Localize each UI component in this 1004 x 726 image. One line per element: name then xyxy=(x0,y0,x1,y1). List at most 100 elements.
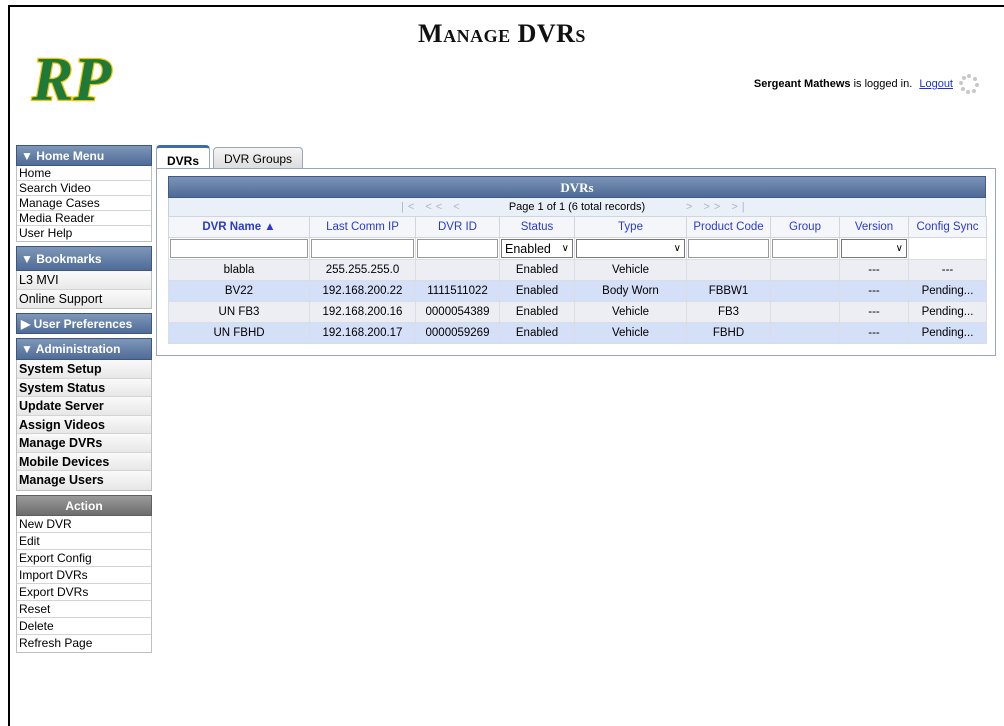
admin-assign-videos[interactable]: Assign Videos xyxy=(17,415,151,434)
cell-product-code xyxy=(686,259,771,281)
admin-mobile-devices[interactable]: Mobile Devices xyxy=(17,452,151,471)
bookmark-l3-mvi[interactable]: L3 MVI xyxy=(17,271,151,290)
col-group[interactable]: Group xyxy=(770,216,840,238)
dvr-grid: DVRs |< << < Page 1 of 1 (6 total record… xyxy=(168,176,987,344)
cell-version: --- xyxy=(839,280,909,302)
col-dvr-id[interactable]: DVR ID xyxy=(415,216,500,238)
bookmarks-list: L3 MVI Online Support xyxy=(16,271,152,309)
tab-panel-dvrs: DVRs |< << < Page 1 of 1 (6 total record… xyxy=(156,168,996,356)
cell-dvr-id: 1111511022 xyxy=(415,280,500,302)
home-menu-header[interactable]: ▼ Home Menu xyxy=(16,145,152,166)
action-export-config[interactable]: Export Config xyxy=(17,550,151,567)
chevron-down-icon: ∨ xyxy=(895,243,903,254)
menu-item-manage-cases[interactable]: Manage Cases xyxy=(17,196,151,211)
filter-product-code-input[interactable] xyxy=(688,239,769,258)
col-last-comm-ip[interactable]: Last Comm IP xyxy=(309,216,416,238)
menu-item-user-help[interactable]: User Help xyxy=(17,226,151,241)
cell-status: Enabled xyxy=(499,259,575,281)
admin-manage-users[interactable]: Manage Users xyxy=(17,471,151,490)
administration-header[interactable]: ▼ Administration xyxy=(16,338,152,360)
cell-group xyxy=(770,259,840,281)
cell-dvr-name: blabla xyxy=(168,259,310,281)
cell-group xyxy=(770,322,840,344)
logo-text: RP xyxy=(31,46,112,114)
admin-system-setup[interactable]: System Setup xyxy=(17,360,151,379)
filter-group-input[interactable] xyxy=(772,239,838,258)
action-reset[interactable]: Reset xyxy=(17,601,151,618)
loading-spinner-icon xyxy=(959,74,979,94)
cell-type: Vehicle xyxy=(574,301,687,323)
home-menu-list: Home Search Video Manage Cases Media Rea… xyxy=(16,166,152,242)
cell-version: --- xyxy=(839,301,909,323)
menu-item-search-video[interactable]: Search Video xyxy=(17,181,151,196)
logged-in-text: is logged in. xyxy=(850,78,913,90)
table-row[interactable]: blabla 255.255.255.0 Enabled Vehicle ---… xyxy=(168,259,987,281)
cell-config-sync: --- xyxy=(908,259,987,281)
table-row[interactable]: UN FB3 192.168.200.16 0000054389 Enabled… xyxy=(168,301,987,323)
pager-next-last-icons[interactable]: > >> >| xyxy=(686,198,749,216)
pager-info: Page 1 of 1 (6 total records) xyxy=(508,201,646,213)
page-frame xyxy=(8,5,1004,726)
user-preferences-header[interactable]: ▶ User Preferences xyxy=(16,313,152,334)
login-status: Sergeant Mathews is logged in. Logout xyxy=(754,74,979,94)
action-new-dvr[interactable]: New DVR xyxy=(17,516,151,533)
cell-group xyxy=(770,301,840,323)
action-refresh-page[interactable]: Refresh Page xyxy=(17,635,151,652)
table-row[interactable]: UN FBHD 192.168.200.17 0000059269 Enable… xyxy=(168,322,987,344)
chevron-down-icon: ∨ xyxy=(673,243,681,254)
action-header: Action xyxy=(16,494,152,516)
admin-system-status[interactable]: System Status xyxy=(17,378,151,397)
cell-type: Vehicle xyxy=(574,259,687,281)
tab-dvr-groups[interactable]: DVR Groups xyxy=(213,147,304,169)
cell-ip: 255.255.255.0 xyxy=(309,259,416,281)
tab-dvrs[interactable]: DVRs xyxy=(156,145,211,169)
col-version[interactable]: Version xyxy=(839,216,909,238)
col-type[interactable]: Type xyxy=(574,216,687,238)
filter-version-select[interactable]: ∨ xyxy=(841,239,907,258)
cell-status: Enabled xyxy=(499,280,575,302)
cell-dvr-name: UN FBHD xyxy=(168,322,310,344)
col-config-sync[interactable]: Config Sync xyxy=(908,216,987,238)
cell-ip: 192.168.200.22 xyxy=(309,280,416,302)
cell-type: Body Worn xyxy=(574,280,687,302)
cell-version: --- xyxy=(839,259,909,281)
chevron-down-icon: ∨ xyxy=(561,243,569,254)
sidebar: ▼ Home Menu Home Search Video Manage Cas… xyxy=(16,145,152,653)
cell-version: --- xyxy=(839,322,909,344)
filter-type-select[interactable]: ∨ xyxy=(576,239,685,258)
bookmarks-header[interactable]: ▼ Bookmarks xyxy=(16,246,152,271)
admin-update-server[interactable]: Update Server xyxy=(17,397,151,416)
filter-status-select[interactable]: Enabled ∨ xyxy=(501,239,573,258)
cell-product-code: FBHD xyxy=(686,322,771,344)
cell-config-sync: Pending... xyxy=(908,280,987,302)
bookmark-online-support[interactable]: Online Support xyxy=(17,289,151,308)
menu-item-home[interactable]: Home xyxy=(17,166,151,181)
cell-dvr-id: 0000054389 xyxy=(415,301,500,323)
action-import-dvrs[interactable]: Import DVRs xyxy=(17,567,151,584)
cell-dvr-id xyxy=(415,259,500,281)
action-list: New DVR Edit Export Config Import DVRs E… xyxy=(16,515,152,653)
col-dvr-name[interactable]: DVR Name ▲ xyxy=(168,216,310,238)
admin-manage-dvrs[interactable]: Manage DVRs xyxy=(17,434,151,453)
filter-ip-input[interactable] xyxy=(311,239,414,258)
logout-link[interactable]: Logout xyxy=(919,78,953,90)
action-edit[interactable]: Edit xyxy=(17,533,151,550)
administration-list: System Setup System Status Update Server… xyxy=(16,360,152,491)
filter-dvr-name-input[interactable] xyxy=(170,239,308,258)
pager: |< << < Page 1 of 1 (6 total records) > … xyxy=(168,198,986,216)
filter-dvr-id-input[interactable] xyxy=(417,239,498,258)
filter-config-sync-empty xyxy=(910,239,985,258)
action-export-dvrs[interactable]: Export DVRs xyxy=(17,584,151,601)
username: Sergeant Mathews xyxy=(753,78,851,90)
cell-dvr-name: UN FB3 xyxy=(168,301,310,323)
cell-group xyxy=(770,280,840,302)
cell-ip: 192.168.200.16 xyxy=(309,301,416,323)
action-delete[interactable]: Delete xyxy=(17,618,151,635)
menu-item-media-reader[interactable]: Media Reader xyxy=(17,211,151,226)
filter-row: Enabled ∨ ∨ ∨ xyxy=(168,237,987,260)
table-row[interactable]: BV22 192.168.200.22 1111511022 Enabled B… xyxy=(168,280,987,302)
col-status[interactable]: Status xyxy=(499,216,575,238)
cell-ip: 192.168.200.17 xyxy=(309,322,416,344)
col-product-code[interactable]: Product Code xyxy=(686,216,771,238)
page-title: Manage DVRs xyxy=(418,19,586,48)
